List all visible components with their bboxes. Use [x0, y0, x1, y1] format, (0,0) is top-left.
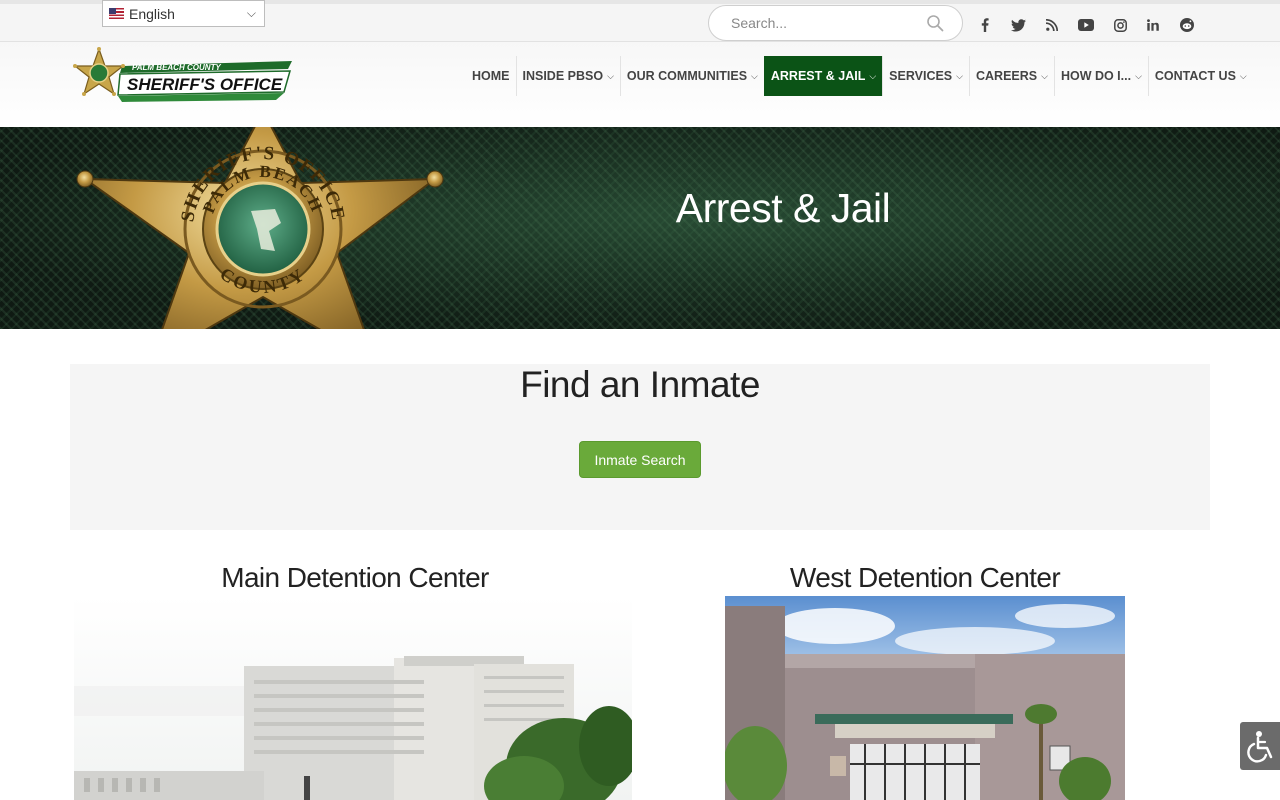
- facebook-icon[interactable]: [977, 17, 993, 33]
- nav-arrest-jail[interactable]: ARREST & JAIL ⌵: [763, 56, 883, 96]
- accessibility-button[interactable]: [1240, 722, 1280, 770]
- nav-label: ARREST & JAIL: [770, 69, 866, 83]
- nav-label: OUR COMMUNITIES: [626, 69, 748, 83]
- west-detention-center-photo[interactable]: [725, 596, 1125, 800]
- top-utility-bar: English ⌵: [0, 0, 1280, 42]
- nav-label: SERVICES: [889, 69, 953, 83]
- youtube-icon[interactable]: [1078, 17, 1094, 33]
- nav-inside-pbso[interactable]: INSIDE PBSO ⌵: [515, 56, 620, 96]
- nav-label: HOME: [472, 69, 510, 83]
- reddit-icon[interactable]: [1179, 17, 1195, 33]
- twitter-icon[interactable]: [1010, 17, 1026, 33]
- nav-label: HOW DO I...: [1060, 69, 1132, 83]
- chevron-down-icon: ⌵: [751, 70, 758, 81]
- nav-home[interactable]: HOME: [466, 56, 516, 96]
- search-input[interactable]: [729, 14, 919, 32]
- nav-services[interactable]: SERVICES ⌵: [882, 56, 969, 96]
- logo-line2: SHERIFF'S OFFICE: [127, 75, 283, 94]
- chevron-down-icon: ⌵: [246, 6, 256, 20]
- rss-icon[interactable]: [1044, 17, 1060, 33]
- page-title: Arrest & Jail: [675, 185, 891, 231]
- find-inmate-panel: Find an Inmate Inmate Search: [70, 364, 1210, 530]
- instagram-icon[interactable]: [1112, 17, 1128, 33]
- main-detention-center-title: Main Detention Center: [221, 562, 489, 593]
- search-icon[interactable]: [926, 14, 944, 32]
- search-box: [708, 5, 963, 41]
- site-header: PALM BEACH COUNTY SHERIFF'S OFFICE HOME …: [0, 42, 1280, 127]
- chevron-down-icon: ⌵: [1135, 70, 1142, 81]
- wheelchair-icon: [1247, 731, 1273, 763]
- main-detention-center-photo[interactable]: [74, 596, 632, 800]
- nav-contact-us[interactable]: CONTACT US ⌵: [1147, 56, 1253, 96]
- inmate-search-button[interactable]: Inmate Search: [579, 441, 701, 478]
- chevron-down-icon: ⌵: [607, 70, 614, 81]
- nav-label: CAREERS: [975, 69, 1038, 83]
- language-selected: English: [129, 5, 175, 22]
- language-select[interactable]: English ⌵: [102, 0, 265, 27]
- nav-our-communities[interactable]: OUR COMMUNITIES ⌵: [619, 56, 764, 96]
- west-detention-center-title: West Detention Center: [789, 562, 1061, 593]
- sheriff-badge-image: SHERIFF'S OFFICE PALM BEACH COUNTY: [76, 127, 444, 329]
- chevron-down-icon: ⌵: [956, 70, 963, 81]
- us-flag-icon: [109, 8, 124, 19]
- hero-banner: SHERIFF'S OFFICE PALM BEACH COUNTY Arres…: [0, 127, 1280, 329]
- nav-label: INSIDE PBSO: [522, 69, 604, 83]
- main-nav: HOME INSIDE PBSO ⌵ OUR COMMUNITIES ⌵ ARRES…: [466, 56, 1253, 96]
- chevron-down-icon: ⌵: [1041, 70, 1048, 81]
- nav-careers[interactable]: CAREERS ⌵: [968, 56, 1054, 96]
- nav-label: CONTACT US: [1154, 69, 1236, 83]
- nav-how-do-i[interactable]: HOW DO I... ⌵: [1053, 56, 1148, 96]
- find-inmate-title: Find an Inmate: [520, 364, 760, 405]
- chevron-down-icon: ⌵: [869, 70, 877, 81]
- sheriff-logo[interactable]: PALM BEACH COUNTY SHERIFF'S OFFICE: [70, 47, 292, 105]
- linkedin-icon[interactable]: [1145, 17, 1161, 33]
- chevron-down-icon: ⌵: [1239, 70, 1247, 81]
- logo-line1: PALM BEACH COUNTY: [132, 63, 221, 72]
